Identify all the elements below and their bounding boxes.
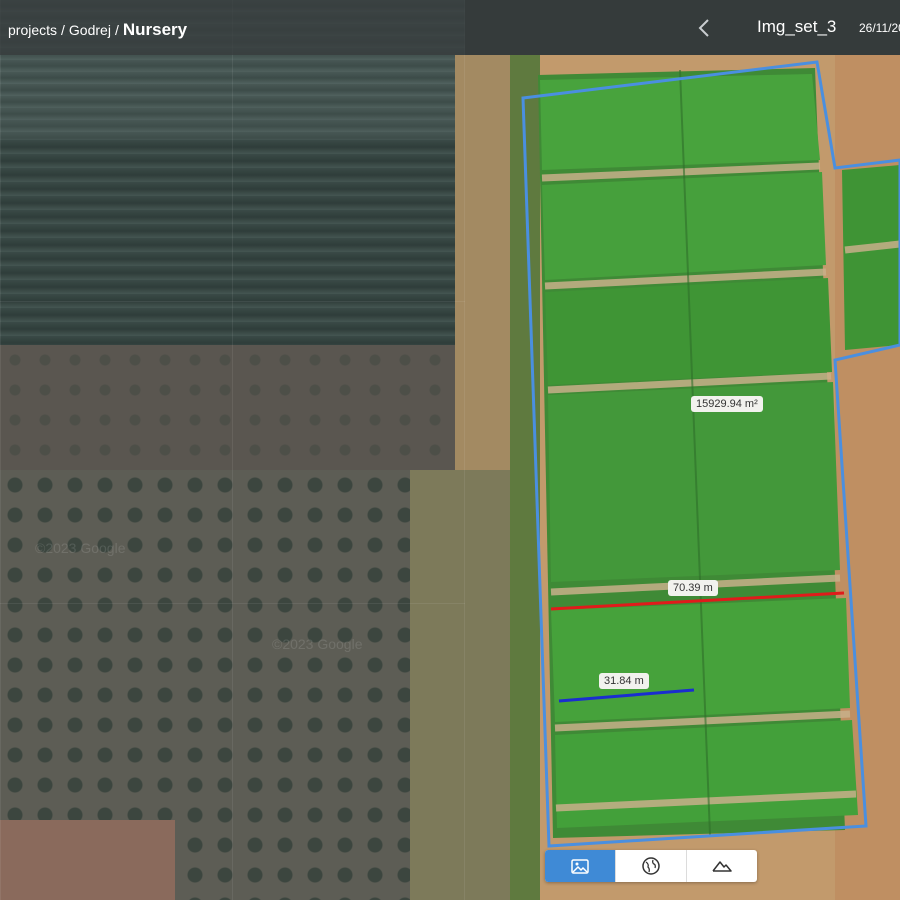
globe-icon	[642, 857, 660, 875]
breadcrumb-separator: /	[114, 22, 119, 38]
mountain-icon	[712, 861, 732, 872]
breadcrumb: projects / Godrej / Nursery	[8, 20, 187, 40]
breadcrumb-separator: /	[61, 22, 65, 38]
image-set-date: 26/11/20	[859, 21, 900, 35]
breadcrumb-project[interactable]: Godrej	[69, 22, 111, 38]
view-toolbar	[545, 850, 757, 882]
image-set-title: Img_set_3	[757, 17, 837, 36]
chevron-left-icon	[698, 19, 709, 37]
area-label: 15929.94 m²	[691, 396, 763, 412]
image-icon	[571, 858, 589, 874]
breadcrumb-current: Nursery	[122, 20, 188, 39]
breadcrumb-projects[interactable]: projects	[8, 22, 57, 38]
distance-label-long: 70.39 m	[668, 580, 718, 596]
back-button[interactable]	[694, 16, 714, 40]
top-bar: projects / Godrej / Nursery Img_set_3 26/11/…	[0, 0, 900, 55]
distance-label-short: 31.84 m	[599, 673, 649, 689]
image-view-button[interactable]	[545, 850, 616, 882]
map-canvas[interactable]: ©2023 Google ©2023 Google 15929.94 m² 70…	[0, 0, 900, 900]
nursery-orthomosaic	[538, 68, 900, 838]
terrain-view-button[interactable]	[687, 850, 757, 882]
map-overlay	[521, 60, 900, 848]
map-view-button[interactable]	[616, 850, 687, 882]
